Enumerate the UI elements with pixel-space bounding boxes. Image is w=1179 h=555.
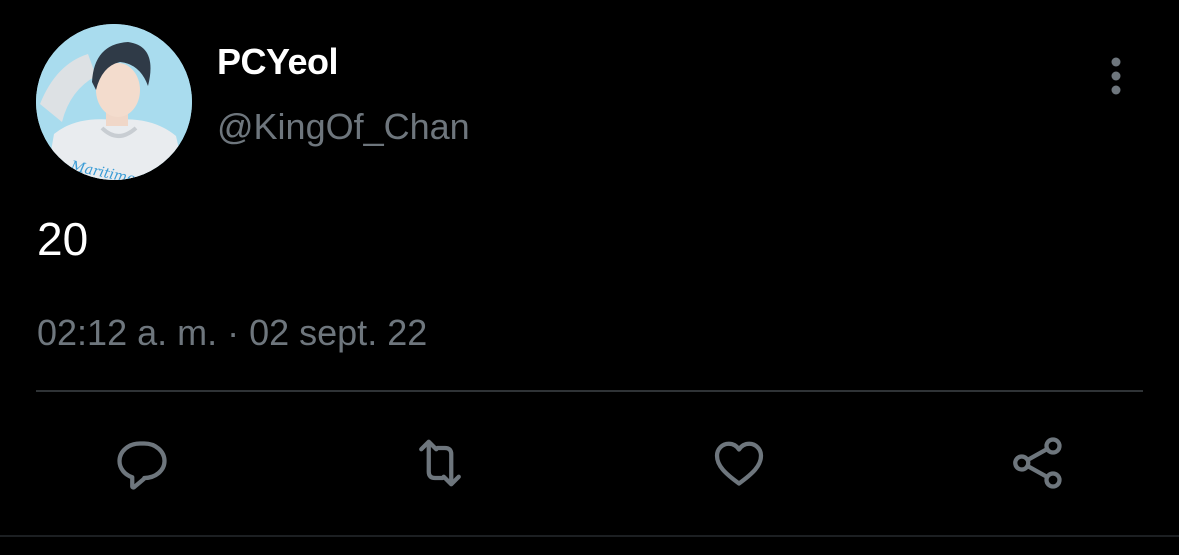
tweet-detail: Maritime Ro PCYeol @KingOf_Chan 20 02:12…	[0, 0, 1179, 555]
display-name[interactable]: PCYeol	[217, 40, 339, 84]
avatar-image: Maritime Ro	[36, 24, 192, 180]
retweet-button[interactable]	[407, 430, 473, 496]
bottom-divider	[0, 535, 1179, 537]
retweet-icon	[419, 439, 461, 487]
avatar[interactable]: Maritime Ro	[36, 24, 192, 180]
share-button[interactable]	[1005, 430, 1071, 496]
share-icon	[1013, 437, 1062, 489]
tweet-timestamp[interactable]: 02:12 a. m. · 02 sept. 22	[37, 311, 427, 355]
action-bar	[0, 430, 1179, 496]
heart-icon	[714, 441, 764, 486]
divider	[36, 390, 1143, 392]
like-button[interactable]	[706, 430, 772, 496]
more-vertical-icon	[1111, 57, 1121, 95]
reply-button[interactable]	[107, 430, 173, 496]
tweet-text: 20	[37, 213, 89, 265]
more-options-button[interactable]	[1096, 52, 1136, 100]
user-handle[interactable]: @KingOf_Chan	[217, 105, 470, 149]
reply-icon	[117, 441, 167, 490]
